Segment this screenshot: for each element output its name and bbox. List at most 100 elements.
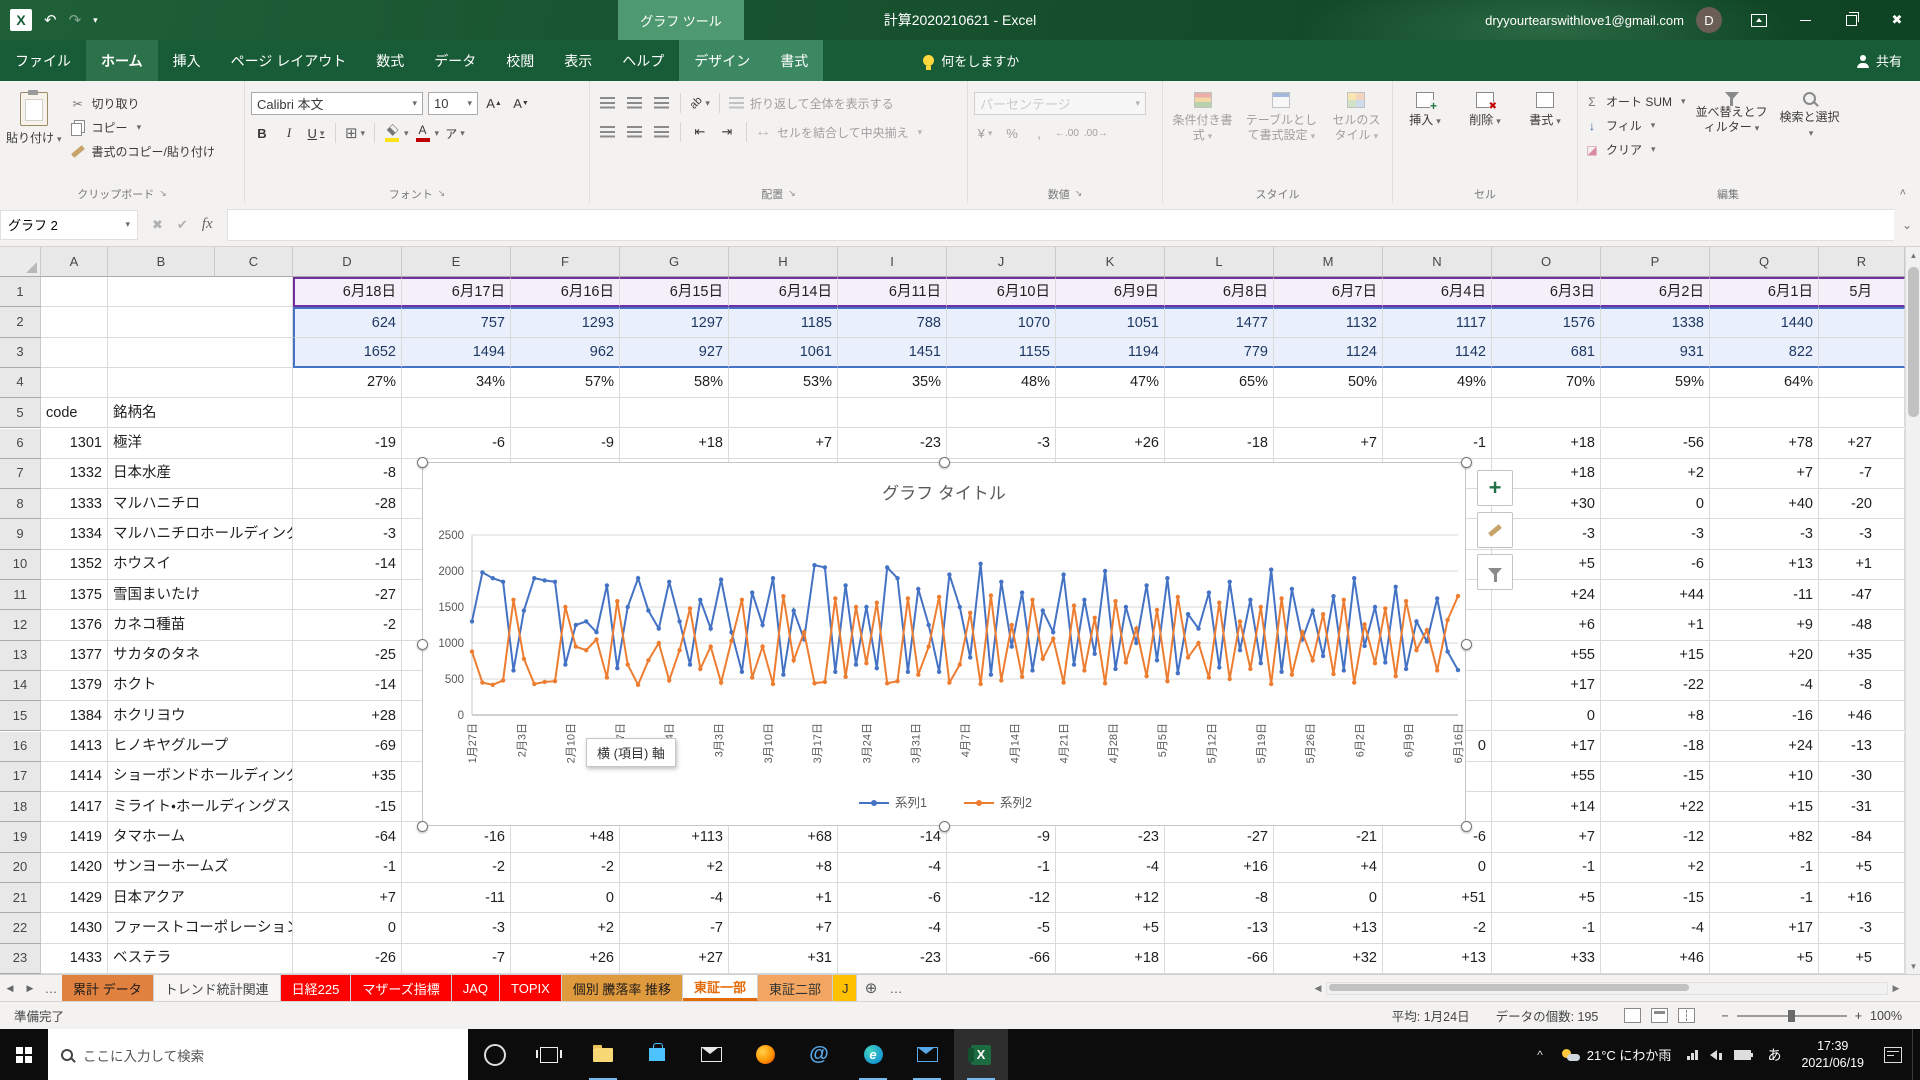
zoom-slider[interactable] [1737,1015,1847,1017]
row-header-16[interactable]: 16 [0,732,41,762]
sheet-tab-4[interactable]: マザーズ指標 [351,975,451,1001]
file-explorer-button[interactable] [576,1029,630,1080]
cell-Q17[interactable]: +10 [1710,762,1819,792]
cell-R23[interactable]: +5 [1819,944,1905,974]
row-header-23[interactable]: 23 [0,944,41,974]
align-top-icon[interactable] [596,92,618,114]
chart[interactable]: グラフ タイトル050010001500200025001月27日2月3日2月1… [422,462,1466,826]
cell-Q8[interactable]: +40 [1710,489,1819,519]
tab-chart-format[interactable]: 書式 [765,40,823,81]
cell-E6[interactable]: -6 [402,429,511,459]
cell-D22[interactable]: 0 [293,913,402,943]
cell-L4[interactable]: 65% [1165,368,1274,398]
task-view-button[interactable] [522,1029,576,1080]
cell-A8[interactable]: 1333 [41,489,108,519]
cell-A6[interactable]: 1301 [41,429,108,459]
cell-A20[interactable]: 1420 [41,853,108,883]
cell-L22[interactable]: -13 [1165,913,1274,943]
decrease-font-icon[interactable]: A▼ [510,93,532,115]
align-bottom-icon[interactable] [650,92,672,114]
minimize-button[interactable] [1782,0,1828,40]
increase-decimal-icon[interactable]: ←.00 [1055,122,1079,144]
cell-D11[interactable]: -27 [293,580,402,610]
cell-H21[interactable]: +1 [729,883,838,913]
cell-D13[interactable]: -25 [293,641,402,671]
cell-Q9[interactable]: -3 [1710,519,1819,549]
zoom-level[interactable]: 100% [1870,1009,1902,1023]
cell-A16[interactable]: 1413 [41,732,108,762]
chart-styles-button[interactable] [1477,512,1513,548]
avatar[interactable]: D [1696,7,1722,33]
cell-M22[interactable]: +13 [1274,913,1383,943]
cell-N20[interactable]: 0 [1383,853,1492,883]
row-header-18[interactable]: 18 [0,792,41,822]
dialog-launcher-icon[interactable]: ↘ [788,188,796,199]
row-header-9[interactable]: 9 [0,519,41,549]
insert-function-icon[interactable]: fx [202,216,213,233]
cell-O20[interactable]: -1 [1492,853,1601,883]
cell-A15[interactable]: 1384 [41,701,108,731]
cell-Q21[interactable]: -1 [1710,883,1819,913]
cell-P19[interactable]: -12 [1601,822,1710,852]
cell-A7[interactable]: 1332 [41,459,108,489]
cell-R4[interactable] [1819,368,1905,398]
col-header-R[interactable]: R [1819,247,1905,277]
cell-P17[interactable]: -15 [1601,762,1710,792]
cell-F6[interactable]: -9 [511,429,620,459]
paste-button[interactable]: 貼り付け▾ [6,85,62,184]
cell-Q20[interactable]: -1 [1710,853,1819,883]
cell-Q12[interactable]: +9 [1710,610,1819,640]
tell-me-search[interactable]: 何をしますか [923,40,1019,81]
cell-K6[interactable]: +26 [1056,429,1165,459]
cell-P22[interactable]: -4 [1601,913,1710,943]
chart-handle[interactable] [939,457,950,468]
conditional-formatting-button[interactable]: 条件付き書式▾ [1169,85,1236,184]
cell-R9[interactable]: -3 [1819,519,1905,549]
cell-F20[interactable]: -2 [511,853,620,883]
ribbon-display-options-button[interactable] [1736,0,1782,40]
increase-indent-icon[interactable]: ⇥ [716,121,738,143]
cell-P15[interactable]: +8 [1601,701,1710,731]
col-header-B[interactable]: B [108,247,215,277]
tab-formulas[interactable]: 数式 [361,40,419,81]
cell-L21[interactable]: -8 [1165,883,1274,913]
col-header-A[interactable]: A [41,247,108,277]
cell-J4[interactable]: 48% [947,368,1056,398]
cell-N21[interactable]: +51 [1383,883,1492,913]
tab-scroll-right-icon[interactable]: ▶ [20,975,40,1001]
cell-P10[interactable]: -6 [1601,550,1710,580]
cell-H6[interactable]: +7 [729,429,838,459]
cell-K20[interactable]: -4 [1056,853,1165,883]
cell-B8[interactable]: マルハニチロ [108,489,293,519]
cell-K1[interactable]: 6月9日 [1056,277,1165,307]
cell-E5[interactable] [402,398,511,428]
cell-G2[interactable]: 1297 [620,307,729,337]
cell-G22[interactable]: -7 [620,913,729,943]
ime-indicator[interactable]: あ [1757,1045,1791,1065]
cut-button[interactable]: ✂切り取り [70,95,215,112]
phonetic-button[interactable]: ア▾ [444,122,466,144]
cell-D18[interactable]: -15 [293,792,402,822]
clock[interactable]: 17:39 2021/06/19 [1791,1038,1874,1071]
currency-format-icon[interactable]: ¥▾ [974,122,996,144]
cell-J1[interactable]: 6月10日 [947,277,1056,307]
col-header-E[interactable]: E [402,247,511,277]
scroll-down-icon[interactable]: ▼ [1906,958,1920,974]
cell-Q16[interactable]: +24 [1710,732,1819,762]
fill-button[interactable]: ↓フィル▾ [1584,117,1686,134]
cell-D1[interactable]: 6月18日 [293,277,402,307]
tab-more-label[interactable]: … [885,975,907,1001]
cell-J21[interactable]: -12 [947,883,1056,913]
cell-J3[interactable]: 1155 [947,338,1056,368]
cell-K5[interactable] [1056,398,1165,428]
cell-P9[interactable]: -3 [1601,519,1710,549]
underline-button[interactable]: U▾ [305,122,327,144]
cell-M21[interactable]: 0 [1274,883,1383,913]
sheet-tab-6[interactable]: TOPIX [500,975,562,1001]
cell-F23[interactable]: +26 [511,944,620,974]
cell-O14[interactable]: +17 [1492,671,1601,701]
cell-J23[interactable]: -66 [947,944,1056,974]
cell-E22[interactable]: -3 [402,913,511,943]
col-header-I[interactable]: I [838,247,947,277]
cell-O5[interactable] [1492,398,1601,428]
